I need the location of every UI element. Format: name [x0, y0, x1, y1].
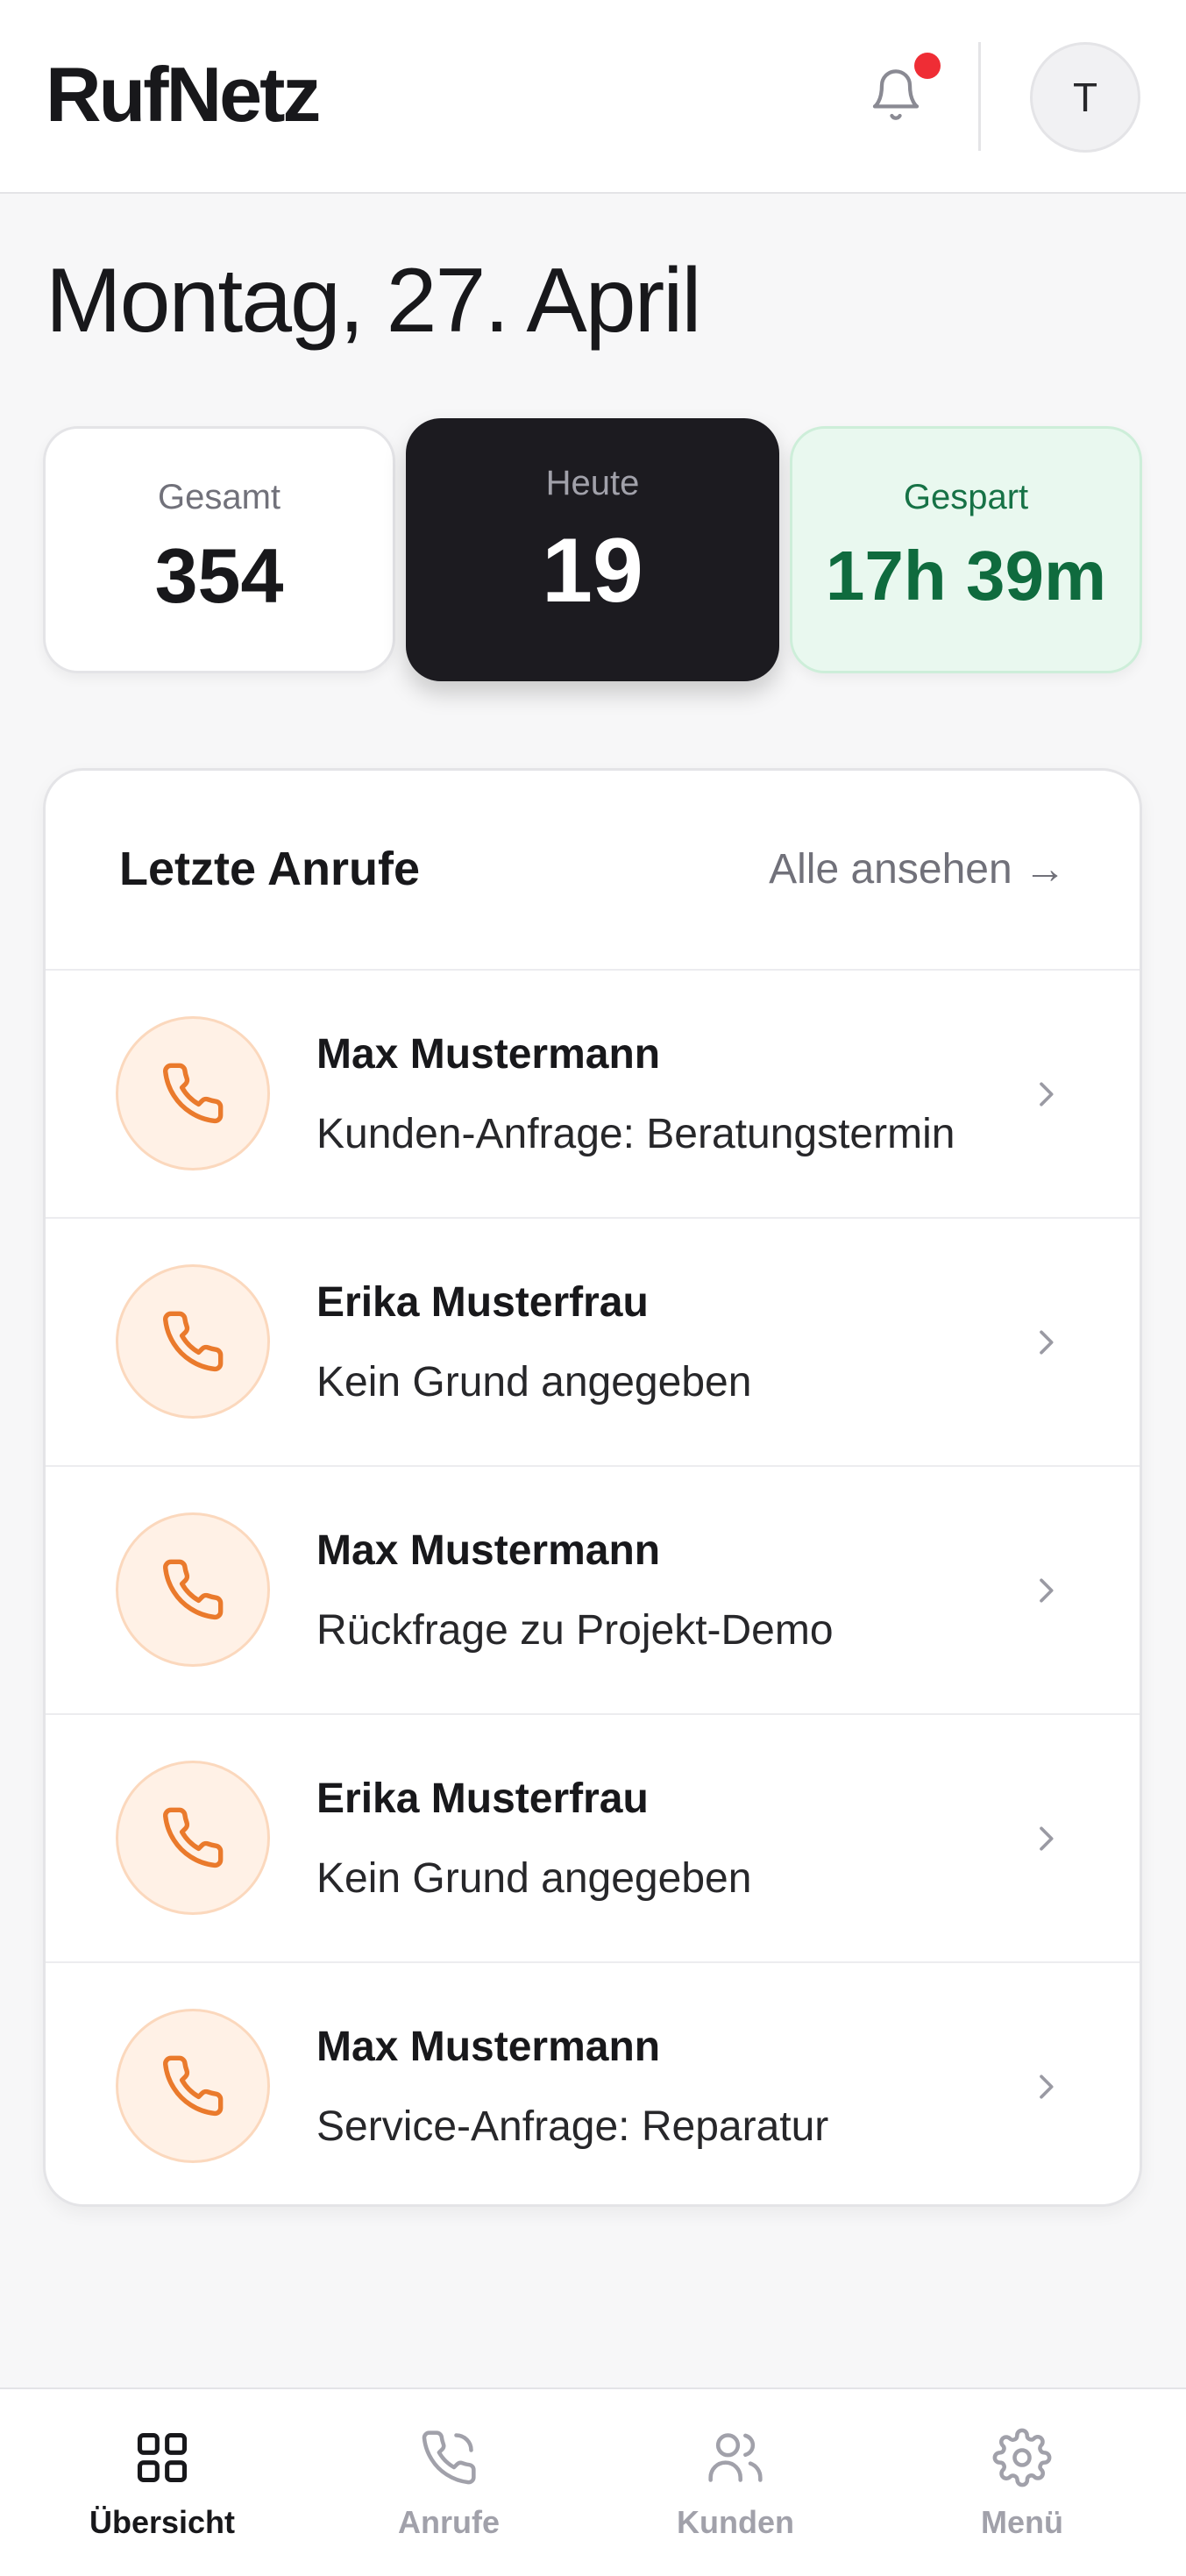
- caller-name: Erika Musterfrau: [316, 1775, 649, 1822]
- caller-name: Max Mustermann: [316, 1031, 661, 1078]
- call-list-item[interactable]: Erika Musterfrau Kein Grund angegeben: [46, 1219, 1140, 1467]
- stat-total-label: Gesamt: [157, 478, 281, 516]
- app-logo[interactable]: RufNetz: [46, 51, 321, 139]
- nav-item-customers[interactable]: Kunden: [593, 2389, 878, 2576]
- recent-calls-title: Letzte Anrufe: [119, 843, 421, 895]
- stat-card-saved: Gespart 17h 39m: [790, 426, 1142, 673]
- stat-today-value: 19: [542, 520, 643, 622]
- recent-calls-card: Letzte Anrufe Alle ansehen → Max Musterm…: [43, 768, 1142, 2207]
- gear-icon: [991, 2426, 1054, 2489]
- chevron-right-icon: [1024, 1072, 1068, 1116]
- chevron-right-icon: [1024, 1569, 1068, 1612]
- stat-saved-value: 17h 39m: [825, 537, 1107, 615]
- caller-name: Max Mustermann: [316, 2024, 661, 2070]
- users-icon: [704, 2426, 767, 2489]
- phone-icon: [163, 1063, 224, 1124]
- bell-icon: [872, 69, 920, 120]
- bottom-navigation: Übersicht Anrufe Kunden Menü: [0, 2387, 1186, 2576]
- nav-label: Übersicht: [89, 2504, 236, 2540]
- nav-item-overview[interactable]: Übersicht: [19, 2389, 305, 2576]
- nav-label: Menü: [981, 2504, 1063, 2540]
- call-list-item[interactable]: Erika Musterfrau Kein Grund angegeben: [46, 1715, 1140, 1963]
- nav-label: Kunden: [677, 2504, 794, 2540]
- call-avatar: [116, 1016, 270, 1171]
- phone-icon: [163, 2055, 224, 2117]
- chevron-right-icon: [1024, 2065, 1068, 2109]
- stat-total-value: 354: [154, 532, 284, 619]
- chevron-right-icon: [1024, 1320, 1068, 1364]
- recent-calls-header: Letzte Anrufe Alle ansehen →: [46, 771, 1140, 971]
- call-list-item[interactable]: Max Mustermann Kunden-Anfrage: Beratungs…: [46, 971, 1140, 1219]
- call-avatar: [116, 2009, 270, 2163]
- call-list-item[interactable]: Max Mustermann Rückfrage zu Projekt-Demo: [46, 1467, 1140, 1715]
- call-avatar: [116, 1761, 270, 1915]
- user-avatar[interactable]: T: [1030, 42, 1140, 153]
- call-avatar: [116, 1264, 270, 1419]
- call-list-item[interactable]: Max Mustermann Service-Anfrage: Reparatu…: [46, 1963, 1140, 2204]
- grid-icon: [131, 2426, 194, 2489]
- stat-saved-label: Gespart: [903, 478, 1029, 516]
- phone-icon: [163, 1311, 224, 1372]
- stat-card-total: Gesamt 354: [43, 426, 395, 673]
- notification-badge: [914, 53, 941, 79]
- call-reason: Service-Anfrage: Reparatur: [316, 2103, 829, 2150]
- phone-icon: [417, 2426, 480, 2489]
- phone-icon: [163, 1559, 224, 1620]
- header-divider: [978, 42, 981, 151]
- call-reason: Kunden-Anfrage: Beratungstermin: [316, 1111, 955, 1157]
- call-reason: Kein Grund angegeben: [316, 1855, 752, 1902]
- caller-name: Erika Musterfrau: [316, 1279, 649, 1326]
- page-title: Montag, 27. April: [46, 250, 701, 352]
- caller-name: Max Mustermann: [316, 1527, 661, 1574]
- call-reason: Kein Grund angegeben: [316, 1359, 752, 1405]
- nav-label: Anrufe: [398, 2504, 500, 2540]
- stat-today-label: Heute: [545, 464, 640, 502]
- call-avatar: [116, 1512, 270, 1667]
- view-all-link[interactable]: Alle ansehen →: [769, 843, 1066, 896]
- chevron-right-icon: [1024, 1817, 1068, 1861]
- phone-icon: [163, 1807, 224, 1868]
- nav-item-menu[interactable]: Menü: [879, 2389, 1165, 2576]
- call-reason: Rückfrage zu Projekt-Demo: [316, 1607, 834, 1654]
- nav-item-calls[interactable]: Anrufe: [306, 2389, 592, 2576]
- stat-card-today: Heute 19: [406, 418, 779, 681]
- app-header: RufNetz T: [0, 0, 1186, 194]
